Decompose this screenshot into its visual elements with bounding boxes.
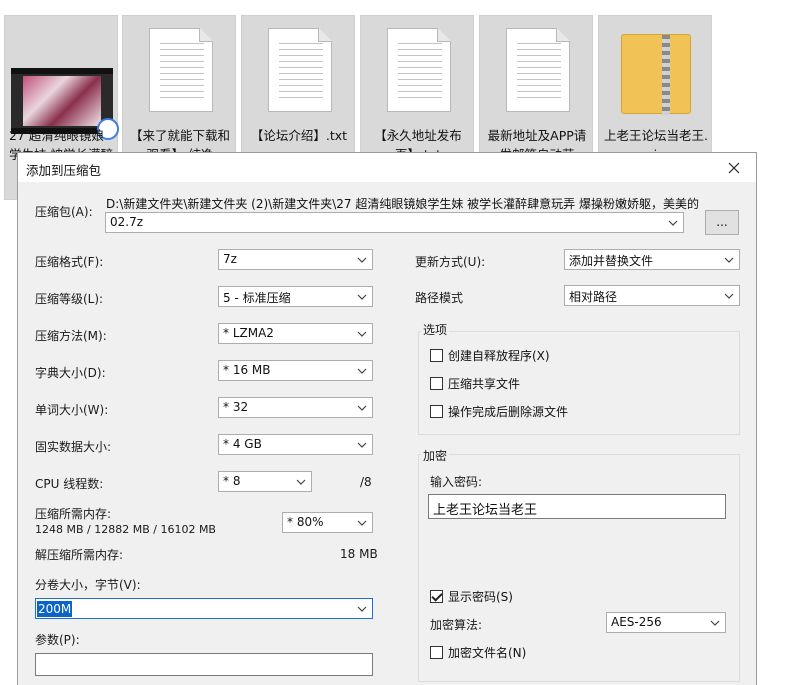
chevron-down-icon — [724, 293, 734, 299]
options-title: 选项 — [421, 321, 450, 338]
close-button[interactable] — [712, 153, 756, 182]
path-mode-label: 路径模式 — [415, 291, 464, 305]
mem-compress-detail: 1248 MB / 12882 MB / 16102 MB — [35, 523, 216, 536]
encrypt-names-label: 加密文件名(N) — [448, 646, 527, 660]
chevron-down-icon — [357, 331, 367, 337]
close-icon — [728, 162, 740, 173]
enc-method-select[interactable]: AES-256 — [606, 612, 726, 633]
text-file-icon — [506, 28, 570, 112]
chevron-down-icon — [357, 606, 367, 612]
password-value: 上老王论坛当老王 — [433, 503, 538, 518]
password-input[interactable]: 上老王论坛当老王 — [428, 494, 726, 519]
volume-label: 分卷大小，字节(V): — [35, 578, 141, 592]
mem-compress-label: 压缩所需内存: — [35, 507, 112, 521]
mem-decompress-value: 18 MB — [340, 547, 378, 561]
browse-button[interactable]: ... — [705, 210, 739, 235]
password-label: 输入密码: — [430, 475, 483, 489]
update-value: 添加并替换文件 — [569, 254, 654, 268]
level-value: 5 - 标准压缩 — [223, 291, 291, 305]
delete-after-label: 操作完成后删除源文件 — [448, 405, 569, 419]
archive-name: 02.7z — [110, 215, 144, 229]
path-mode-value: 相对路径 — [569, 290, 618, 304]
show-password-label: 显示密码(S) — [448, 590, 513, 604]
threads-max: /8 — [360, 475, 372, 489]
sfx-label: 创建自释放程序(X) — [448, 349, 550, 363]
level-label: 压缩等级(L): — [35, 292, 104, 306]
chevron-down-icon — [357, 368, 367, 374]
solid-label: 固实数据大小: — [35, 440, 112, 454]
solid-select[interactable]: * 4 GB — [218, 434, 373, 455]
video-icon — [11, 68, 119, 140]
shared-files-label: 压缩共享文件 — [448, 377, 521, 391]
delete-after-checkbox[interactable] — [430, 405, 443, 418]
chevron-down-icon — [357, 442, 367, 448]
volume-size-value: 200M — [37, 601, 73, 617]
archive-path-combo[interactable]: 02.7z — [105, 212, 684, 233]
params-input[interactable] — [35, 653, 373, 676]
path-mode-select[interactable]: 相对路径 — [564, 285, 740, 306]
params-label: 参数(P): — [35, 633, 80, 647]
add-to-archive-dialog: 添加到压缩包 压缩包(A): D:\新建文件夹\新建文件夹 (2)\新建文件夹\… — [17, 152, 757, 685]
text-file-icon — [387, 28, 451, 112]
update-label: 更新方式(U): — [415, 255, 486, 269]
mem-percent-value: * 80% — [287, 515, 324, 529]
archive-path-text: D:\新建文件夹\新建文件夹 (2)\新建文件夹\27 超清纯眼镜娘学生妹 被学… — [106, 197, 699, 211]
sfx-checkbox[interactable] — [430, 349, 443, 362]
enc-method-label: 加密算法: — [430, 618, 483, 632]
method-select[interactable]: * LZMA2 — [218, 323, 373, 344]
dialog-title: 添加到压缩包 — [26, 163, 102, 178]
mem-decompress-label: 解压缩所需内存: — [35, 548, 124, 562]
zip-folder-icon — [621, 34, 691, 115]
dict-value: * 16 MB — [223, 363, 271, 377]
chevron-down-icon — [296, 479, 306, 485]
format-select[interactable]: 7z — [218, 249, 373, 270]
threads-value: * 8 — [223, 474, 241, 488]
chevron-down-icon — [357, 520, 367, 526]
encryption-title: 加密 — [421, 447, 450, 464]
word-label: 单词大小(W): — [35, 403, 109, 417]
text-file-icon — [149, 28, 213, 112]
mem-percent-select[interactable]: * 80% — [282, 512, 373, 533]
chevron-down-icon — [357, 294, 367, 300]
dict-label: 字典大小(D): — [35, 366, 106, 380]
threads-select[interactable]: * 8 — [218, 471, 312, 492]
update-mode-select[interactable]: 添加并替换文件 — [564, 249, 740, 270]
word-value: * 32 — [223, 400, 249, 414]
shared-files-checkbox[interactable] — [430, 377, 443, 390]
chevron-down-icon — [724, 257, 734, 263]
format-value: 7z — [223, 252, 237, 266]
chevron-down-icon — [668, 220, 678, 226]
volume-size-combo[interactable]: 200M — [35, 598, 373, 619]
archive-label: 压缩包(A): — [35, 205, 93, 219]
chevron-down-icon — [710, 620, 720, 626]
show-password-checkbox[interactable] — [430, 590, 443, 603]
word-select[interactable]: * 32 — [218, 397, 373, 418]
chevron-down-icon — [357, 405, 367, 411]
dialog-title-bar[interactable]: 添加到压缩包 — [18, 153, 756, 182]
method-value: * LZMA2 — [223, 326, 274, 340]
dict-select[interactable]: * 16 MB — [218, 360, 373, 381]
encrypt-names-checkbox[interactable] — [430, 646, 443, 659]
chevron-down-icon — [357, 257, 367, 263]
enc-method-value: AES-256 — [611, 615, 662, 629]
threads-label: CPU 线程数: — [35, 477, 104, 491]
level-select[interactable]: 5 - 标准压缩 — [218, 286, 373, 307]
solid-value: * 4 GB — [223, 437, 262, 451]
method-label: 压缩方法(M): — [35, 329, 107, 343]
text-file-icon — [268, 28, 332, 112]
video-thumbnail — [5, 24, 119, 140]
format-label: 压缩格式(F): — [35, 255, 104, 269]
